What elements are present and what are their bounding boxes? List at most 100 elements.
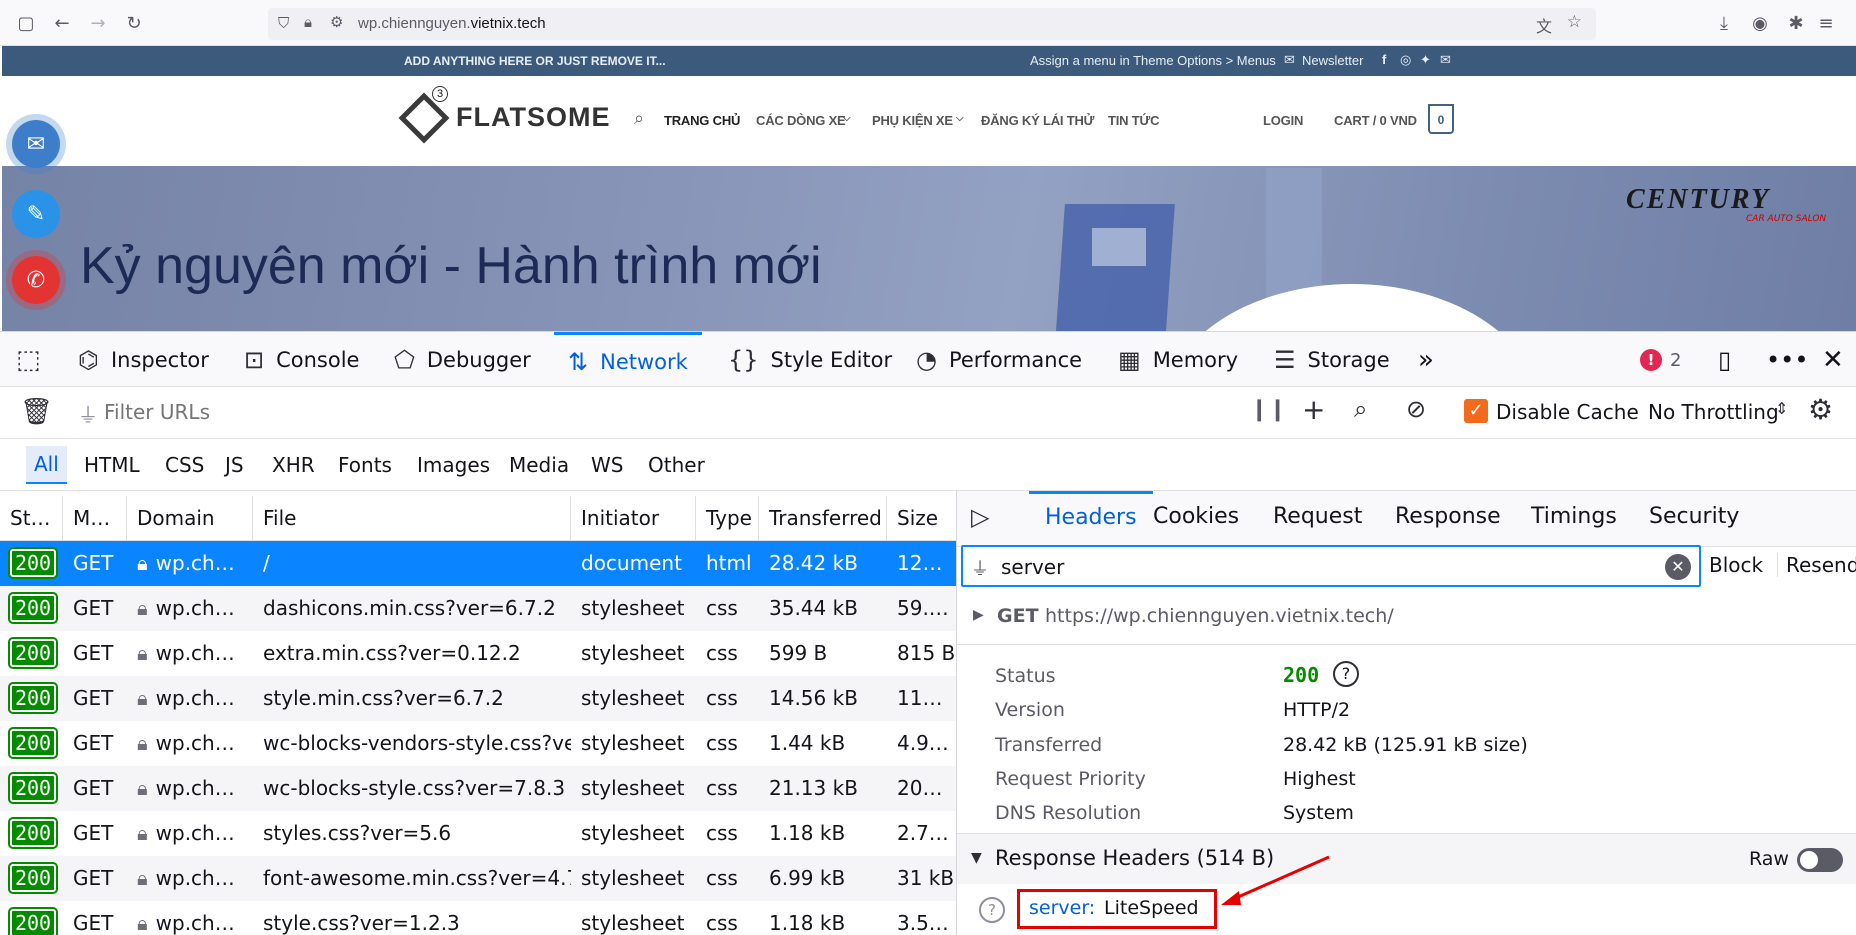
column-file[interactable]: File <box>253 496 571 541</box>
block-button[interactable]: Block <box>1709 553 1763 577</box>
tab-console[interactable]: ⊡ Console <box>244 332 359 388</box>
tab-network[interactable]: ⇅ Network <box>554 332 702 388</box>
menu-tin-tuc[interactable]: TIN TỨC <box>1108 113 1159 128</box>
lock-icon[interactable]: 🔒︎ <box>304 13 312 31</box>
resend-button[interactable]: Resend <box>1777 553 1856 577</box>
more-tabs-icon[interactable]: » <box>1418 332 1434 388</box>
translate-icon[interactable]: 文 <box>1536 13 1552 37</box>
email-float-button[interactable]: ✉ <box>12 120 60 168</box>
tab-storage[interactable]: ☰ Storage <box>1274 332 1390 388</box>
type-filter-all[interactable]: All <box>26 446 67 484</box>
menu-trang-chu[interactable]: TRANG CHỦ <box>664 113 740 128</box>
type-filter-media[interactable]: Media <box>509 453 569 477</box>
search-icon[interactable]: ⌕ <box>1354 395 1367 423</box>
header-help-icon[interactable]: ? <box>979 897 1005 923</box>
menu-phu-kien-xe[interactable]: PHỤ KIỆN XE <box>872 113 953 128</box>
type-filter-fonts[interactable]: Fonts <box>338 453 392 477</box>
email-icon[interactable]: ✉ <box>1440 52 1451 68</box>
table-row[interactable]: 200 GET 🔒︎ wp.ch… styles.css?ver=5.6 styleshe… <box>0 811 956 856</box>
phone-float-button[interactable]: ✆ <box>12 256 60 304</box>
site-logo-text[interactable]: FLATSOME <box>456 102 610 133</box>
shield-icon[interactable]: ⛉ <box>278 14 289 32</box>
tab-inspector[interactable]: ⌬ Inspector <box>78 332 209 388</box>
tab-security[interactable]: Security <box>1649 491 1739 543</box>
type-filter-html[interactable]: HTML <box>84 453 140 477</box>
account-icon[interactable]: ◉ <box>1748 11 1772 35</box>
topbar-menu-hint[interactable]: Assign a menu in Theme Options > Menus <box>1030 53 1276 68</box>
tab-performance[interactable]: ◔ Performance <box>916 332 1082 388</box>
error-count-button[interactable]: ! 2 <box>1640 332 1681 388</box>
gear-icon[interactable]: ⚙ <box>1808 393 1833 426</box>
type-filter-images[interactable]: Images <box>417 453 490 477</box>
column-transferred[interactable]: Transferred <box>759 496 887 541</box>
tab-style-editor[interactable]: {} Style Editor <box>728 332 892 388</box>
table-row[interactable]: 200 GET 🔒︎ wp.ch… wc-blocks-style.css?ver=7.… <box>0 766 956 811</box>
table-row[interactable]: 200 GET 🔒︎ wp.ch… dashicons.min.css?ver=6.7.… <box>0 586 956 631</box>
reload-icon[interactable]: ↻ <box>122 11 146 35</box>
column-domain[interactable]: Domain <box>127 496 253 541</box>
forward-icon[interactable]: → <box>86 11 110 35</box>
cart-icon[interactable]: 0 <box>1428 104 1454 134</box>
disable-cache-checkbox[interactable]: ✓ <box>1464 399 1488 423</box>
tab-cookies[interactable]: Cookies <box>1153 491 1239 543</box>
header-value[interactable]: LiteSpeed <box>1104 897 1199 919</box>
url-bar[interactable]: ⛉ 🔒︎ ⚙ wp.chiennguyen.vietnix.tech 文 ☆ <box>268 8 1596 40</box>
table-row[interactable]: 200 GET 🔒︎ wp.ch… style.css?ver=1.2.3 stylesh… <box>0 901 956 935</box>
type-filter-xhr[interactable]: XHR <box>272 453 315 477</box>
type-filter-css[interactable]: CSS <box>165 453 204 477</box>
headers-filter[interactable]: ⏚ server ✕ <box>961 545 1701 587</box>
menu-cac-dong-xe[interactable]: CÁC DÒNG XE <box>756 113 846 128</box>
search-icon[interactable]: ⌕ <box>634 108 644 129</box>
pause-icon[interactable]: ❙❙ <box>1250 397 1287 422</box>
zalo-float-button[interactable]: ✎ <box>12 190 60 238</box>
downloads-icon[interactable]: ⤓ <box>1712 11 1736 35</box>
tab-timings[interactable]: Timings <box>1531 491 1617 543</box>
block-requests-icon[interactable]: ⊘ <box>1406 395 1426 423</box>
column-status[interactable]: St… <box>0 496 63 541</box>
devtools-menu-icon[interactable]: ••• <box>1766 332 1808 388</box>
column-method[interactable]: M… <box>63 496 127 541</box>
tab-request[interactable]: Request <box>1273 491 1362 543</box>
help-icon[interactable]: ? <box>1333 661 1359 687</box>
trash-icon[interactable]: 🗑︎ <box>20 397 53 427</box>
raw-toggle[interactable] <box>1797 848 1843 872</box>
tab-response[interactable]: Response <box>1395 491 1501 543</box>
type-filter-other[interactable]: Other <box>648 453 705 477</box>
cart-link[interactable]: CART / 0 VND <box>1334 113 1417 128</box>
filter-urls-input[interactable] <box>104 395 1204 429</box>
type-filter-ws[interactable]: WS <box>591 453 623 477</box>
headers-filter-input[interactable]: server <box>1001 555 1064 579</box>
facebook-icon[interactable]: f <box>1382 52 1386 67</box>
tab-headers[interactable]: Headers <box>1029 491 1153 543</box>
menu-dang-ky-lai-thu[interactable]: ĐĂNG KÝ LÁI THỬ <box>981 113 1094 128</box>
column-type[interactable]: Type <box>696 496 759 541</box>
permissions-icon[interactable]: ⚙ <box>330 13 343 31</box>
throttling-select[interactable]: No Throttling <box>1648 400 1779 424</box>
column-size[interactable]: Size <box>887 496 956 541</box>
twitter-icon[interactable]: ✦ <box>1420 52 1431 68</box>
clear-filter-icon[interactable]: ✕ <box>1665 554 1691 580</box>
response-headers-section[interactable]: ▼ Response Headers (514 B) Raw <box>957 834 1856 884</box>
menu-icon[interactable]: ≡ <box>1814 11 1838 35</box>
element-picker-icon[interactable]: ⬚ <box>16 332 53 388</box>
tab-debugger[interactable]: ⬠ Debugger <box>394 332 531 388</box>
close-devtools-icon[interactable]: ✕ <box>1822 332 1844 388</box>
type-filter-js[interactable]: JS <box>225 453 244 477</box>
dock-side-icon[interactable]: ▯ <box>1718 332 1731 388</box>
login-link[interactable]: LOGIN <box>1263 113 1303 128</box>
table-row[interactable]: 200 GET 🔒︎ wp.ch… extra.min.css?ver=0.12.2 st… <box>0 631 956 676</box>
bookmark-star-icon[interactable]: ☆ <box>1567 12 1582 32</box>
request-summary[interactable]: ▶ GET https://wp.chiennguyen.vietnix.tec… <box>957 591 1856 645</box>
table-row[interactable]: 200 GET 🔒︎ wp.ch… font-awesome.min.css?ver=4… <box>0 856 956 901</box>
back-icon[interactable]: ← <box>50 11 74 35</box>
add-blocking-icon[interactable]: + <box>1302 393 1325 426</box>
table-row[interactable]: 200 GET 🔒︎ wp.ch… wc-blocks-vendors-style.cs… <box>0 721 956 766</box>
newsletter-link[interactable]: Newsletter <box>1302 53 1363 68</box>
tab-memory[interactable]: ▦ Memory <box>1118 332 1238 388</box>
extensions-icon[interactable]: ✱ <box>1784 11 1808 35</box>
toggle-sidebar-icon[interactable]: ▷ <box>971 491 989 543</box>
instagram-icon[interactable]: ◎ <box>1400 52 1411 68</box>
column-initiator[interactable]: Initiator <box>571 496 696 541</box>
tab-sidebar-icon[interactable]: ▢ <box>14 11 38 35</box>
table-row[interactable]: 200 GET 🔒︎ wp.ch… / document html 28.42 kB 12… <box>0 541 956 586</box>
